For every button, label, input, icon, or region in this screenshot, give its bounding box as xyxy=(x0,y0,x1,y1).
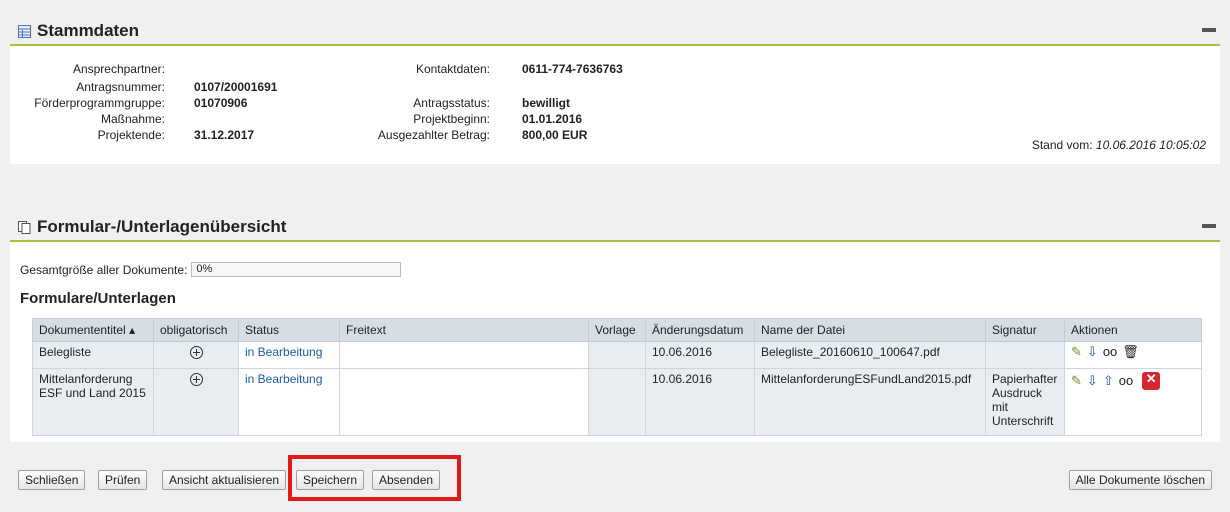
row2-signatur: Papierhafter Ausdruck mit Unterschrift xyxy=(985,368,1065,436)
col-name-der-datei[interactable]: Name der Datei xyxy=(754,318,986,342)
row1-file: Belegliste_20160610_100647.pdf xyxy=(754,341,986,369)
trash-icon[interactable]: 🗑 xyxy=(1122,345,1139,359)
value-projektende: 31.12.2017 xyxy=(194,128,255,142)
row1-obligatorisch xyxy=(153,341,239,369)
stammdaten-title-wrap: Stammdaten xyxy=(18,21,139,41)
sort-asc-icon: ▴ xyxy=(129,323,136,337)
stand-vom: Stand vom: 10.06.2016 10:05:02 xyxy=(1032,138,1206,152)
edit-pencil-icon[interactable]: ✎ xyxy=(1071,345,1082,359)
value-antragsnummer: 0107/20001691 xyxy=(194,80,278,94)
row2-date: 10.06.2016 xyxy=(645,368,755,436)
close-button[interactable]: Schließen xyxy=(18,470,86,490)
row2-vorlage xyxy=(588,368,646,436)
label-antragsstatus: Antragsstatus: xyxy=(413,96,490,110)
row1-title: Belegliste xyxy=(32,341,154,369)
label-antragsnummer: Antragsnummer: xyxy=(76,80,165,94)
row1-date: 10.06.2016 xyxy=(645,341,755,369)
row2-status-cell: in Bearbeitung xyxy=(238,368,340,436)
view-glasses-icon[interactable]: oo xyxy=(1119,374,1133,388)
download-icon[interactable]: ⇩ xyxy=(1087,374,1098,388)
row1-freitext[interactable] xyxy=(339,341,589,369)
stammdaten-body: Ansprechpartner: Antragsnummer: 0107/200… xyxy=(10,46,1220,164)
row2-freitext[interactable] xyxy=(339,368,589,436)
refresh-view-button[interactable]: Ansicht aktualisieren xyxy=(162,470,287,490)
col-dokumententitel[interactable]: Dokumententitel ▴ xyxy=(32,318,154,342)
plus-circle-icon[interactable] xyxy=(189,346,203,360)
download-icon[interactable]: ⇩ xyxy=(1087,345,1098,359)
highlight-box xyxy=(288,455,461,501)
table-icon xyxy=(18,24,31,38)
table-row: Belegliste in Bearbeitung 10.06.2016 Bel… xyxy=(32,341,1202,369)
col-vorlage[interactable]: Vorlage xyxy=(588,318,646,342)
value-projektbeginn: 01.01.2016 xyxy=(522,112,583,126)
delete-x-icon[interactable]: ✕ xyxy=(1142,372,1161,390)
stand-value: 10.06.2016 10:05:02 xyxy=(1095,138,1206,152)
collapse-stammdaten-button[interactable] xyxy=(1202,28,1216,32)
col-status[interactable]: Status xyxy=(238,318,340,342)
table-header-row: Dokumententitel ▴ obligatorisch Status F… xyxy=(32,318,1202,342)
row2-title: Mittelanforderung ESF und Land 2015 xyxy=(32,368,154,436)
col-aktionen: Aktionen xyxy=(1064,318,1202,342)
delete-all-documents-button[interactable]: Alle Dokumente löschen xyxy=(1068,470,1212,490)
row1-actions: ✎ ⇩ oo 🗑 xyxy=(1064,341,1202,369)
row2-file: MittelanforderungESFundLand2015.pdf xyxy=(754,368,986,436)
label-kontaktdaten: Kontaktdaten: xyxy=(415,62,490,76)
formular-header: Formular-/Unterlagenübersicht xyxy=(10,206,1220,242)
formulare-subtitle: Formulare/Unterlagen xyxy=(20,290,176,307)
total-size-row: Gesamtgröße aller Dokumente: 0% xyxy=(20,262,402,277)
upload-icon[interactable]: ⇧ xyxy=(1103,374,1114,388)
row2-actions: ✎ ⇩ ⇧ oo ✕ xyxy=(1064,368,1202,436)
label-massnahme: Maßnahme: xyxy=(100,112,165,126)
table-row: Mittelanforderung ESF und Land 2015 in B… xyxy=(32,368,1202,436)
row1-status-link[interactable]: in Bearbeitung xyxy=(245,345,322,359)
label-projektende: Projektende: xyxy=(97,128,165,142)
edit-pencil-icon[interactable]: ✎ xyxy=(1071,374,1082,388)
row1-vorlage xyxy=(588,341,646,369)
col-obligatorisch[interactable]: obligatorisch xyxy=(153,318,239,342)
col-aenderungsdatum[interactable]: Änderungsdatum xyxy=(645,318,755,342)
stammdaten-panel: Stammdaten Ansprechpartner: Antragsnumme… xyxy=(10,10,1220,164)
row1-status-cell: in Bearbeitung xyxy=(238,341,340,369)
view-glasses-icon[interactable]: oo xyxy=(1103,345,1117,359)
stammdaten-title: Stammdaten xyxy=(37,21,140,40)
documents-icon xyxy=(18,220,31,234)
collapse-formular-button[interactable] xyxy=(1202,224,1216,228)
col-freitext[interactable]: Freitext xyxy=(339,318,589,342)
row2-obligatorisch xyxy=(153,368,239,436)
col-signatur[interactable]: Signatur xyxy=(985,318,1065,342)
documents-table: Dokumententitel ▴ obligatorisch Status F… xyxy=(32,318,1202,436)
row1-signatur xyxy=(985,341,1065,369)
stammdaten-header: Stammdaten xyxy=(10,10,1220,46)
formular-title: Formular-/Unterlagenübersicht xyxy=(37,217,287,236)
label-foerderprogrammgruppe: Förderprogrammgruppe: xyxy=(34,96,165,110)
total-size-bar: 0% xyxy=(191,262,402,277)
formular-title-wrap: Formular-/Unterlagenübersicht xyxy=(18,217,286,237)
label-ansprechpartner: Ansprechpartner: xyxy=(72,62,165,76)
value-foerderprogrammgruppe: 01070906 xyxy=(194,96,248,110)
stand-label: Stand vom: xyxy=(1031,138,1093,152)
total-size-label: Gesamtgröße aller Dokumente: xyxy=(20,262,188,277)
value-antragsstatus: bewilligt xyxy=(522,96,570,110)
check-button[interactable]: Prüfen xyxy=(98,470,148,490)
row2-status-link[interactable]: in Bearbeitung xyxy=(245,372,322,386)
plus-circle-icon[interactable] xyxy=(189,373,203,387)
value-kontaktdaten: 0611-774-7636763 xyxy=(522,62,623,76)
value-ausgezahlter-betrag: 800,00 EUR xyxy=(522,128,588,142)
label-ausgezahlter-betrag: Ausgezahlter Betrag: xyxy=(377,128,490,142)
label-projektbeginn: Projektbeginn: xyxy=(413,112,490,126)
